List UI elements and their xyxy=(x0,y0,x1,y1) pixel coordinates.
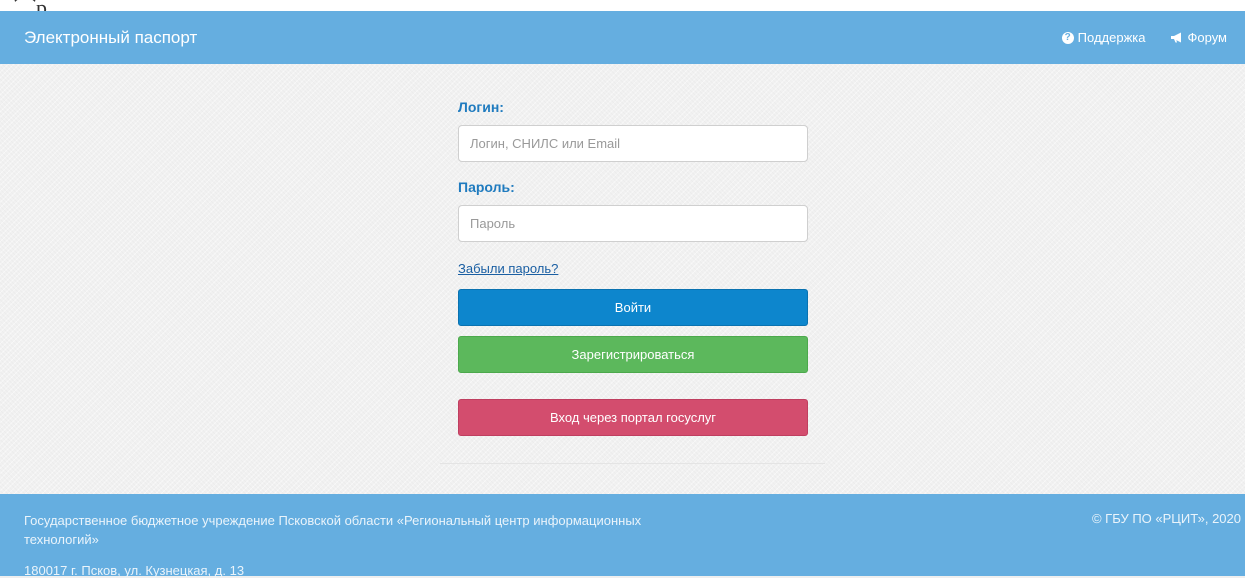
question-circle-icon: ? xyxy=(1061,31,1074,44)
gosuslugi-login-button[interactable]: Вход через портал госуслуг xyxy=(458,399,808,436)
nav-support-link[interactable]: ? Поддержка xyxy=(1061,30,1146,45)
top-strip: ⌒p xyxy=(0,0,1245,20)
login-input[interactable] xyxy=(458,125,808,162)
password-label: Пароль: xyxy=(458,179,515,195)
forgot-password-link[interactable]: Забыли пароль? xyxy=(458,261,558,276)
login-label: Логин: xyxy=(458,99,504,115)
footer-organization: Государственное бюджетное учреждение Пск… xyxy=(24,513,642,547)
nav-support-label: Поддержка xyxy=(1077,30,1146,45)
navbar: Электронный паспорт ? Поддержка Форум xyxy=(0,11,1245,64)
page-background xyxy=(0,0,1245,576)
megaphone-icon xyxy=(1170,32,1181,43)
login-button[interactable]: Войти xyxy=(458,289,808,326)
footer-copyright: © ГБУ ПО «РЦИТ», 2020 xyxy=(1091,511,1241,526)
brand-title[interactable]: Электронный паспорт xyxy=(24,28,197,48)
footer: Государственное бюджетное учреждение Пск… xyxy=(0,494,1245,578)
nav-forum-label: Форум xyxy=(1187,30,1228,45)
password-input[interactable] xyxy=(458,205,808,242)
form-divider xyxy=(440,463,825,464)
nav-forum-link[interactable]: Форум xyxy=(1170,30,1228,45)
nav-links: ? Поддержка Форум xyxy=(1061,30,1228,45)
register-button[interactable]: Зарегистрироваться xyxy=(458,336,808,373)
